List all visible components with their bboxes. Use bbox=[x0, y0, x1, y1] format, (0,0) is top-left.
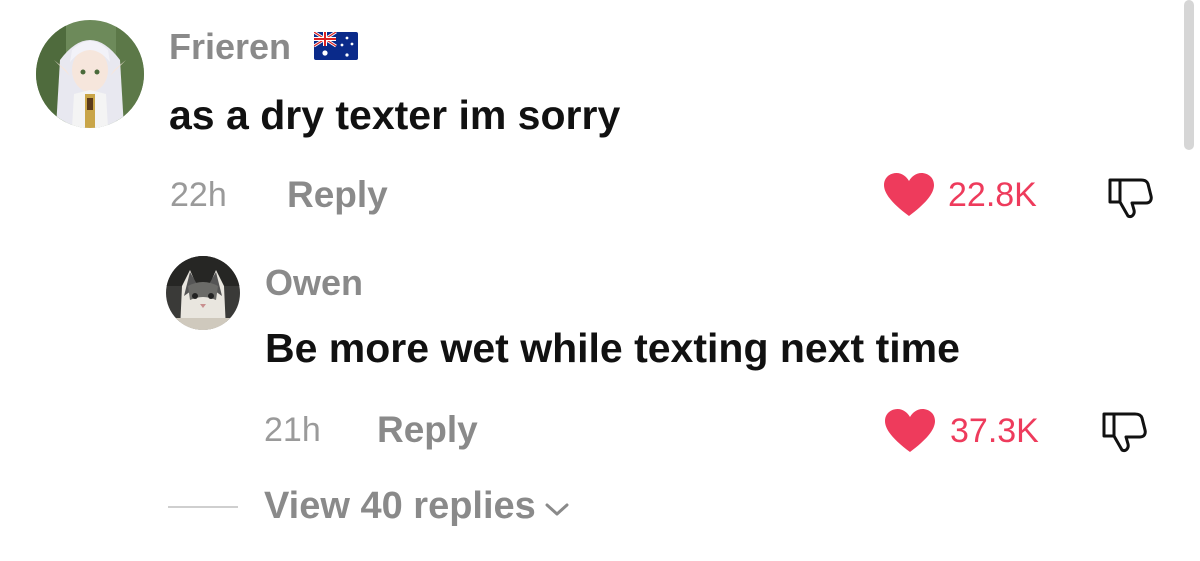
avatar[interactable] bbox=[166, 256, 240, 330]
comment-timestamp: 22h bbox=[170, 176, 227, 214]
anime-avatar-image bbox=[36, 20, 144, 128]
comment-text: as a dry texter im sorry bbox=[169, 92, 621, 138]
reply-timestamp: 21h bbox=[264, 411, 321, 449]
view-replies-button[interactable]: View 40 replies bbox=[264, 485, 570, 528]
scroll-indicator[interactable] bbox=[1184, 0, 1194, 150]
view-replies-label: View 40 replies bbox=[264, 485, 536, 527]
heart-icon[interactable] bbox=[883, 172, 935, 218]
comment-username[interactable]: Frieren bbox=[169, 26, 291, 68]
thread-divider bbox=[168, 506, 238, 508]
like-count: 22.8K bbox=[948, 176, 1037, 214]
avatar[interactable] bbox=[36, 20, 144, 128]
chevron-down-icon bbox=[544, 501, 570, 519]
cat-avatar-image bbox=[166, 256, 240, 330]
thumbs-down-icon[interactable] bbox=[1098, 408, 1150, 454]
like-count: 37.3K bbox=[950, 412, 1039, 450]
reply-username[interactable]: Owen bbox=[265, 262, 363, 304]
thumbs-down-icon[interactable] bbox=[1104, 174, 1156, 220]
reply-button[interactable]: Reply bbox=[287, 174, 388, 216]
reply-button[interactable]: Reply bbox=[377, 409, 478, 451]
heart-icon[interactable] bbox=[884, 408, 936, 454]
australia-flag-icon bbox=[314, 32, 358, 60]
reply-text: Be more wet while texting next time bbox=[265, 325, 960, 371]
